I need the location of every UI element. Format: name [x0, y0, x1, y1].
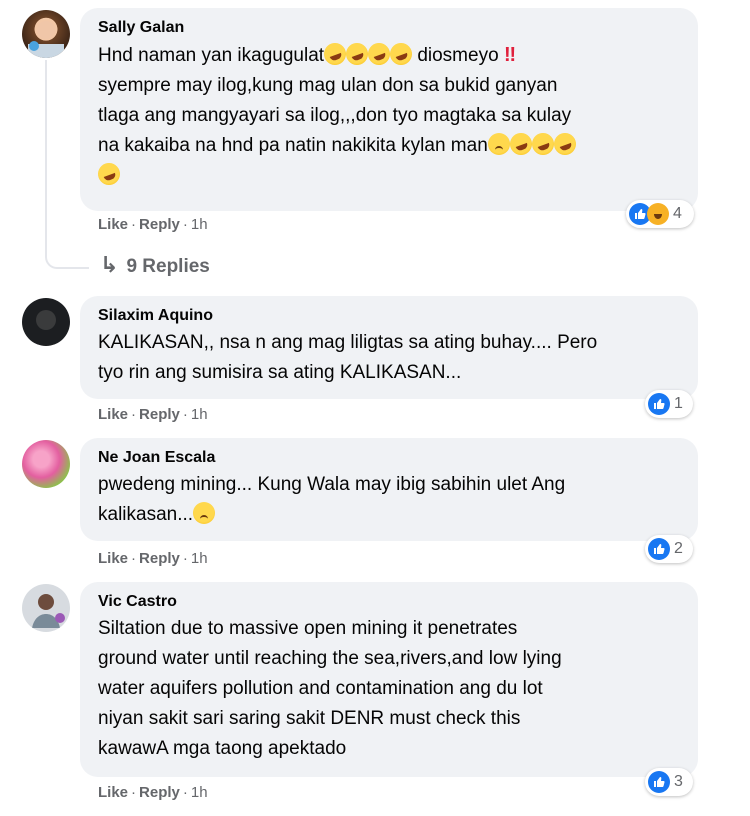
comment-text: pwedeng mining... Kung Wala may ibig sab… — [98, 470, 680, 530]
reply-link[interactable]: Reply — [139, 216, 180, 233]
avatar[interactable] — [22, 298, 70, 346]
reply-arrow-icon: ↳ — [100, 252, 119, 277]
comment-time[interactable]: 1h — [191, 216, 208, 233]
reaction-summary[interactable]: 4 — [626, 200, 694, 228]
comment-actions: Like · Reply · 1h — [98, 216, 208, 233]
like-link[interactable]: Like — [98, 550, 128, 567]
comment-line: Siltation due to massive open mining it … — [98, 618, 518, 639]
comment-line: diosmeyo — [417, 45, 499, 66]
comment-text: Siltation due to massive open mining it … — [98, 614, 680, 764]
reaction-count: 1 — [674, 395, 683, 412]
like-reaction-icon — [648, 771, 670, 793]
rofl-emoji-icon — [94, 159, 124, 189]
like-link[interactable]: Like — [98, 216, 128, 233]
comment-line: syempre may ilog,kung mag ulan don sa bu… — [98, 75, 558, 96]
avatar[interactable] — [22, 10, 70, 58]
reply-link[interactable]: Reply — [139, 406, 180, 423]
comment-line: kawawA mga taong apektado — [98, 738, 347, 759]
like-reaction-icon — [648, 538, 670, 560]
comment-line: Hnd naman yan ikagugulat — [98, 45, 325, 66]
comment-line: KALIKASAN,, nsa n ang mag liligtas sa at… — [98, 332, 598, 353]
comment-line: tyo rin ang sumisira sa ating KALIKASAN.… — [98, 362, 462, 383]
woozy-emoji-icon — [487, 133, 510, 155]
rofl-emoji-icon — [506, 129, 535, 159]
double-exclamation-icon: ‼ — [503, 44, 517, 66]
view-replies-label: 9 Replies — [126, 256, 210, 277]
view-replies-link[interactable]: ↳ 9 Replies — [100, 252, 210, 278]
reaction-count: 2 — [674, 540, 683, 557]
comment-line: water aquifers pollution and contaminati… — [98, 678, 543, 699]
comment-author[interactable]: Silaxim Aquino — [98, 306, 680, 326]
reaction-count: 3 — [674, 773, 683, 790]
comment-author[interactable]: Ne Joan Escala — [98, 448, 680, 468]
rofl-emoji-icon — [528, 129, 557, 159]
avatar[interactable] — [22, 584, 70, 632]
comment-line: na kakaiba na hnd pa natin nakikita kyla… — [98, 135, 488, 156]
comment-time[interactable]: 1h — [191, 406, 208, 423]
rofl-emoji-icon — [386, 39, 416, 69]
comment-bubble: Ne Joan Escala pwedeng mining... Kung Wa… — [80, 438, 698, 541]
comment-actions: Like · Reply · 1h — [98, 550, 208, 567]
comment-actions: Like · Reply · 1h — [98, 784, 208, 801]
comment-line: ground water until reaching the sea,rive… — [98, 648, 562, 669]
comment-author[interactable]: Sally Galan — [98, 18, 680, 38]
reply-link[interactable]: Reply — [139, 784, 180, 801]
avatar[interactable] — [22, 440, 70, 488]
like-link[interactable]: Like — [98, 406, 128, 423]
reply-link[interactable]: Reply — [139, 550, 180, 567]
comment-actions: Like · Reply · 1h — [98, 406, 208, 423]
comment-text: Hnd naman yan ikagugulat diosmeyo ‼ syem… — [94, 39, 680, 191]
sad-emoji-icon — [193, 502, 216, 524]
comment-bubble: Vic Castro Siltation due to massive open… — [80, 582, 698, 777]
rofl-emoji-icon — [550, 129, 579, 159]
comment-time[interactable]: 1h — [191, 784, 208, 801]
haha-reaction-icon — [647, 203, 669, 225]
comment-line: tlaga ang mangyayari sa ilog,,,don tyo m… — [98, 105, 572, 126]
reaction-summary[interactable]: 3 — [645, 768, 693, 796]
reaction-summary[interactable]: 1 — [645, 390, 693, 418]
reaction-summary[interactable]: 2 — [645, 535, 693, 563]
reaction-count: 4 — [673, 205, 682, 222]
comment-bubble: Sally Galan Hnd naman yan ikagugulat dio… — [80, 8, 698, 211]
comment-line: niyan sakit sari saring sakit DENR must … — [98, 708, 521, 729]
like-reaction-icon — [648, 393, 670, 415]
comment-line: pwedeng mining... Kung Wala may ibig sab… — [98, 474, 566, 495]
comment-bubble: Silaxim Aquino KALIKASAN,, nsa n ang mag… — [80, 296, 698, 399]
comment-time[interactable]: 1h — [191, 550, 208, 567]
comment-text: KALIKASAN,, nsa n ang mag liligtas sa at… — [98, 328, 680, 388]
comment-line: kalikasan... — [98, 504, 194, 525]
like-link[interactable]: Like — [98, 784, 128, 801]
comment-author[interactable]: Vic Castro — [98, 592, 680, 612]
